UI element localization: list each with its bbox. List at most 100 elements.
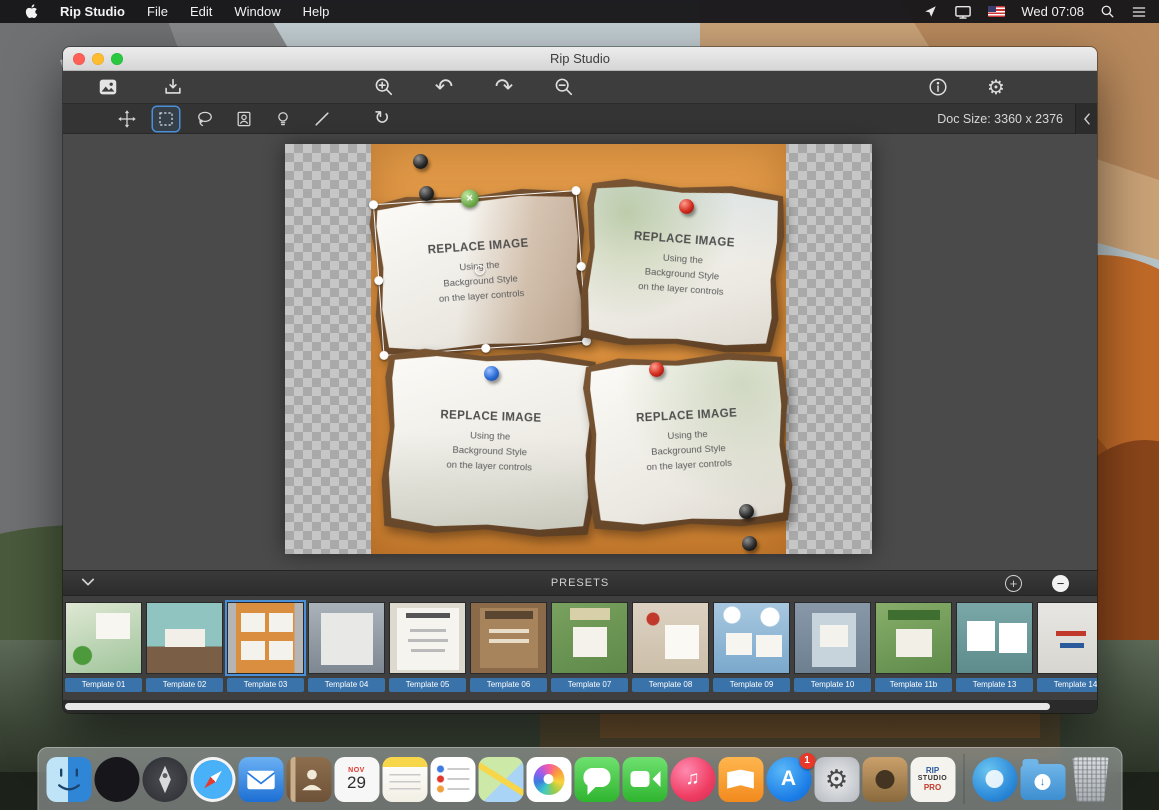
app-store-icon[interactable]: A 1: [766, 757, 811, 802]
template-thumb-10[interactable]: Template 10: [794, 602, 871, 700]
template-preview: [470, 602, 547, 674]
template-preview: [794, 602, 871, 674]
template-preview: [1037, 602, 1097, 674]
finder-icon[interactable]: [46, 757, 91, 802]
line-tool[interactable]: [309, 107, 335, 131]
menu-edit[interactable]: Edit: [179, 0, 223, 23]
apple-menu[interactable]: [14, 0, 49, 23]
push-pin-red: [649, 362, 664, 377]
main-toolbar: ↶ ↷ ⚙: [63, 71, 1097, 104]
redo-button[interactable]: ↷: [491, 74, 517, 100]
template-thumb-09[interactable]: Template 09: [713, 602, 790, 700]
presets-title: PRESETS: [63, 577, 1097, 589]
app-menu-title[interactable]: Rip Studio: [49, 0, 136, 23]
template-thumb-13[interactable]: Template 13: [956, 602, 1033, 700]
input-source-flag-icon[interactable]: [988, 6, 1005, 17]
panel-collapse-button[interactable]: [1075, 104, 1097, 134]
calendar-icon[interactable]: NOV 29: [334, 757, 379, 802]
collage-document[interactable]: REPLACE IMAGE Using the Background Style…: [285, 144, 872, 554]
photo-note-bottom-right[interactable]: REPLACE IMAGE Using the Background Style…: [589, 357, 787, 527]
dock: NOV 29 ♫ A 1 ⚙ RIP STUDIO PRO ↓: [37, 747, 1122, 810]
app-store-badge: 1: [799, 753, 815, 769]
mail-icon[interactable]: [238, 757, 283, 802]
light-tool[interactable]: [270, 107, 296, 131]
add-preset-button[interactable]: +: [1005, 575, 1022, 592]
settings-gear-button[interactable]: ⚙: [983, 74, 1009, 100]
template-thumb-04[interactable]: Template 04: [308, 602, 385, 700]
menu-bar-clock[interactable]: Wed 07:08: [1021, 4, 1084, 19]
presets-collapse-chevron[interactable]: [81, 574, 95, 592]
template-preview: [551, 602, 628, 674]
template-thumb-06[interactable]: Template 06: [470, 602, 547, 700]
template-thumb-11b[interactable]: Template 11b: [875, 602, 952, 700]
template-thumb-05[interactable]: Template 05: [389, 602, 466, 700]
tool-options-bar: ↻ Doc Size: 3360 x 2376: [63, 104, 1097, 134]
remove-preset-button[interactable]: −: [1052, 575, 1069, 592]
note-heading: REPLACE IMAGE: [636, 408, 738, 425]
template-preview: [713, 602, 790, 674]
siri-icon[interactable]: [94, 757, 139, 802]
template-preview: [389, 602, 466, 674]
reminders-icon[interactable]: [430, 757, 475, 802]
template-preview: [65, 602, 142, 674]
close-button[interactable]: [73, 53, 85, 65]
photos-icon[interactable]: [526, 757, 571, 802]
app-icon-blue[interactable]: [972, 757, 1017, 802]
rotate-tool[interactable]: ↻: [369, 107, 395, 131]
template-preview: [227, 602, 304, 674]
notification-center-icon[interactable]: [1131, 5, 1147, 19]
template-thumb-03-selected[interactable]: Template 03: [227, 602, 304, 700]
rip-studio-pro-icon[interactable]: RIP STUDIO PRO: [910, 757, 955, 802]
marquee-select-tool[interactable]: [153, 107, 179, 131]
downloads-folder-icon[interactable]: ↓: [1020, 764, 1065, 800]
lasso-tool[interactable]: [192, 107, 218, 131]
spotlight-search-icon[interactable]: [1100, 4, 1115, 19]
template-thumb-01[interactable]: Template 01: [65, 602, 142, 700]
launchpad-icon[interactable]: [142, 757, 187, 802]
push-pin-black: [419, 186, 434, 201]
photo-note-bottom-left[interactable]: REPLACE IMAGE Using the Background Style…: [387, 355, 593, 532]
safari-icon[interactable]: [190, 757, 235, 802]
portrait-mask-tool[interactable]: [231, 107, 257, 131]
template-thumb-07[interactable]: Template 07: [551, 602, 628, 700]
canvas-area[interactable]: REPLACE IMAGE Using the Background Style…: [63, 134, 1097, 570]
undo-button[interactable]: ↶: [431, 74, 457, 100]
note-heading: REPLACE IMAGE: [440, 410, 541, 426]
template-thumb-02[interactable]: Template 02: [146, 602, 223, 700]
presets-header: PRESETS + −: [63, 570, 1097, 596]
image-layer-button[interactable]: [95, 74, 121, 100]
horizontal-scrollbar[interactable]: [65, 703, 1050, 710]
zoom-out-button[interactable]: [551, 74, 577, 100]
photo-note-top-left[interactable]: REPLACE IMAGE Using the Background Style…: [375, 192, 585, 354]
zoom-in-button[interactable]: [371, 74, 397, 100]
template-preview: [956, 602, 1033, 674]
menu-window[interactable]: Window: [223, 0, 291, 23]
maps-icon[interactable]: [478, 757, 523, 802]
system-preferences-icon[interactable]: ⚙: [814, 757, 859, 802]
menu-help[interactable]: Help: [292, 0, 341, 23]
apple-icon: [25, 4, 38, 19]
messages-icon[interactable]: [574, 757, 619, 802]
dock-separator: [963, 754, 964, 804]
template-preview: [875, 602, 952, 674]
window-title: Rip Studio: [550, 51, 610, 66]
import-image-button[interactable]: [160, 74, 186, 100]
template-preview: [146, 602, 223, 674]
app-icon-brown[interactable]: [862, 757, 907, 802]
facetime-icon[interactable]: [622, 757, 667, 802]
title-bar[interactable]: Rip Studio: [63, 47, 1097, 71]
notes-icon[interactable]: [382, 757, 427, 802]
template-thumb-14[interactable]: Template 14: [1037, 602, 1097, 700]
itunes-icon[interactable]: ♫: [670, 757, 715, 802]
menu-file[interactable]: File: [136, 0, 179, 23]
books-icon[interactable]: [718, 757, 763, 802]
move-tool[interactable]: [114, 107, 140, 131]
trash-icon[interactable]: [1068, 757, 1113, 802]
display-mirroring-icon[interactable]: [954, 4, 972, 20]
info-button[interactable]: [925, 74, 951, 100]
template-thumb-08[interactable]: Template 08: [632, 602, 709, 700]
contacts-icon[interactable]: [286, 757, 331, 802]
location-arrow-icon[interactable]: [923, 4, 938, 19]
zoom-button[interactable]: [111, 53, 123, 65]
minimize-button[interactable]: [92, 53, 104, 65]
